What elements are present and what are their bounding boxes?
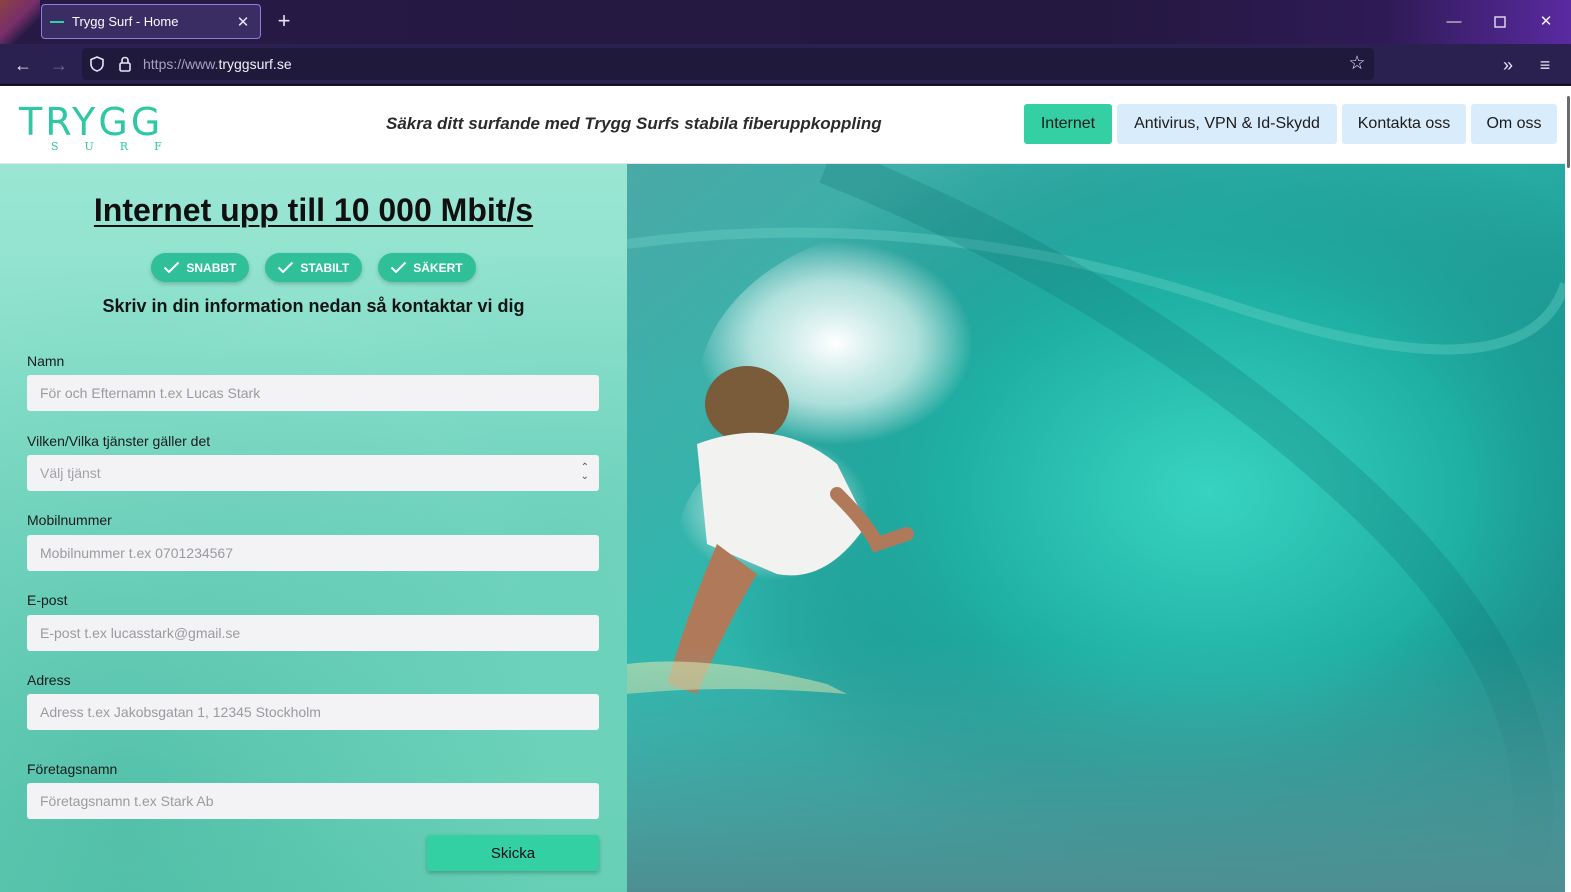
page-scrollbar[interactable] [1565,86,1571,892]
overflow-chevrons-icon[interactable]: » [1495,52,1521,78]
checkmark-icon [164,261,180,274]
badge-sakert: SÄKERT [378,253,476,282]
browser-tab[interactable]: Trygg Surf - Home ✕ [41,4,261,39]
shield-icon[interactable] [88,55,106,73]
url-text[interactable]: https://www.tryggsurf.se [143,56,292,72]
name-label: Namn [27,353,65,369]
feature-badges: SNABBT STABILT SÄKERT [0,253,627,282]
address-label: Adress [27,672,71,688]
browser-navbar: ← → https://www.tryggsurf.se ☆ » ≡ [0,44,1571,85]
logo-wordmark: TRYGG [19,100,164,144]
checkmark-icon [278,261,294,274]
hamburger-menu-icon[interactable]: ≡ [1532,52,1558,78]
address-bar[interactable]: https://www.tryggsurf.se ☆ [82,48,1374,80]
email-input[interactable] [27,615,599,651]
service-label: Vilken/Vilka tjänster gäller det [27,433,211,449]
close-tab-icon[interactable]: ✕ [234,13,252,31]
back-arrow-icon[interactable]: ← [10,52,36,78]
surfer-wave-photo [627,164,1565,892]
company-input[interactable] [27,783,599,819]
hero-section: Internet upp till 10 000 Mbit/s SNABBT S… [0,164,1565,892]
select-updown-icon: ⌃ ⌄ [580,462,589,482]
maximize-icon[interactable] [1485,8,1515,36]
bookmark-star-icon[interactable]: ☆ [1346,53,1368,75]
mobile-label: Mobilnummer [27,512,112,528]
browser-titlebar: Trygg Surf - Home ✕ + — ✕ [0,0,1571,44]
mobile-input[interactable] [27,535,599,571]
badge-stabilt: STABILT [265,253,363,282]
lock-icon[interactable] [116,55,134,73]
minimize-icon[interactable]: — [1439,8,1469,36]
titlebar-decoration [0,0,40,44]
nav-antivirus-vpn-id[interactable]: Antivirus, VPN & Id-Skydd [1117,104,1337,144]
nav-kontakta-oss[interactable]: Kontakta oss [1342,104,1466,144]
company-label: Företagsnamn [27,761,118,777]
nav-om-oss[interactable]: Om oss [1471,104,1557,144]
contact-form-panel: Internet upp till 10 000 Mbit/s SNABBT S… [0,164,627,892]
email-label: E-post [27,592,68,608]
tab-title: Trygg Surf - Home [72,14,179,29]
trygg-surf-logo[interactable]: TRYGG SURF [19,100,189,153]
new-tab-button[interactable]: + [272,10,296,34]
badge-snabbt: SNABBT [151,253,250,282]
site-header: TRYGG SURF Säkra ditt surfande med Trygg… [0,86,1571,164]
scrollbar-thumb[interactable] [1567,96,1570,168]
web-page: TRYGG SURF Säkra ditt surfande med Trygg… [0,86,1571,892]
checkmark-icon [391,261,407,274]
logo-subtext: SURF [51,140,188,153]
site-tagline: Säkra ditt surfande med Trygg Surfs stab… [386,114,882,133]
site-favicon-icon [50,18,64,26]
forward-arrow-icon[interactable]: → [46,52,72,78]
service-select-value: Välj tjänst [40,465,101,481]
form-intro-text: Skriv in din information nedan så kontak… [102,296,525,316]
nav-internet[interactable]: Internet [1024,104,1112,144]
name-input[interactable] [27,375,599,411]
submit-button[interactable]: Skicka [427,835,599,871]
address-input[interactable] [27,694,599,730]
close-window-icon[interactable]: ✕ [1531,8,1561,36]
hero-headline: Internet upp till 10 000 Mbit/s [93,192,534,228]
service-select[interactable]: Välj tjänst ⌃ ⌄ [27,455,599,491]
